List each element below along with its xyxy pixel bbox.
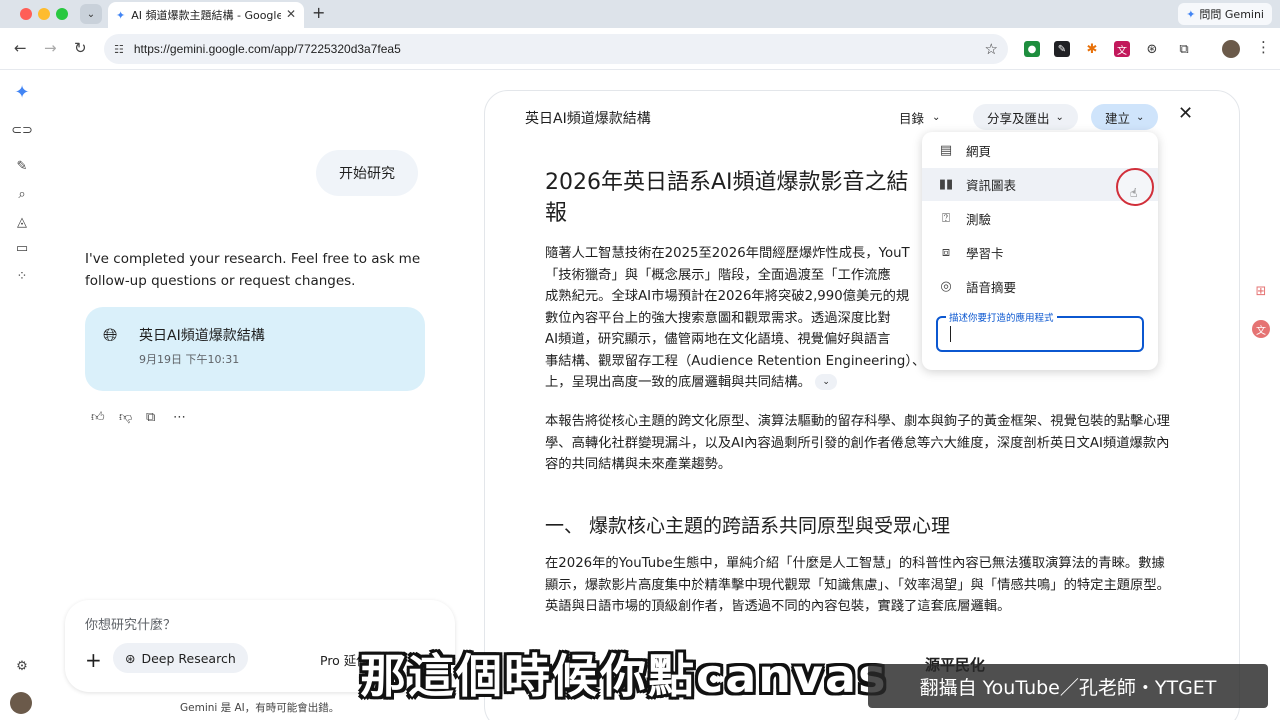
hand-cursor-icon: ☝ (1130, 186, 1138, 200)
share-export-button[interactable]: 分享及匯出 ⌄ (973, 104, 1078, 130)
menu-item-label: 網頁 (966, 144, 992, 159)
side-translate-icon[interactable]: 文 (1252, 320, 1270, 338)
extension-record-icon[interactable]: ● (1024, 41, 1040, 57)
menu-item-label: 資訊圖表 (966, 178, 1017, 193)
assistant-message: I've completed your research. Feel free … (85, 251, 421, 289)
video-subtitle: 那這個時候你點canvas (360, 649, 888, 703)
text-caret (950, 326, 951, 342)
menu-item-webpage[interactable]: ▤ 網頁 (922, 134, 1158, 167)
close-canvas-icon[interactable]: ✕ (1178, 103, 1193, 124)
research-card-date: 9月19日 下午10:31 (139, 353, 240, 366)
canvas-title: 英日AI頻道爆款結構 (525, 111, 651, 127)
left-rail: ✦ ⊂⊃ ✎ ⌕ ◬ ▭ ⁘ ⚙ (0, 70, 44, 720)
new-chat-icon[interactable]: ✎ (14, 158, 30, 174)
paragraph-line: 上，呈現出高度一致的底層邏輯與共同結構。 (545, 375, 811, 390)
menu-item-label: 測驗 (966, 212, 992, 227)
browser-menu-icon[interactable]: ⋮ (1256, 38, 1271, 56)
tab-search-icon[interactable]: ⌄ (80, 4, 102, 24)
site-settings-icon[interactable]: ☷ (114, 43, 124, 56)
deep-research-icon: ⊛ (125, 650, 136, 666)
gemini-favicon-icon: ✦ (116, 8, 126, 22)
audio-icon: ◎ (940, 279, 952, 294)
ask-gemini-label: 問問 Gemini (1199, 8, 1264, 21)
more-options-icon[interactable]: ⋯ (173, 410, 186, 425)
describe-app-input[interactable]: 描述你要打造的應用程式 (936, 310, 1144, 352)
extension-pen-icon[interactable]: ✎ (1054, 41, 1070, 57)
prompt-input[interactable]: 你想研究什麼？ (85, 614, 176, 633)
maximize-window-button[interactable] (56, 8, 68, 20)
address-bar[interactable]: ☷ https://gemini.google.com/app/77225320… (104, 34, 1008, 64)
back-arrow-icon[interactable]: ← (14, 39, 27, 57)
bookmark-star-icon[interactable]: ☆ (985, 40, 998, 58)
document-title-tail: 報告 (545, 201, 567, 226)
side-widget-icon[interactable]: ⊞ (1252, 282, 1270, 300)
reload-icon[interactable]: ↻ (74, 39, 87, 57)
document-paragraph-2: 本報告將從核心主題的跨文化原型、演算法驅動的留存科學、劇本與鉤子的黃金框架、視覺… (545, 414, 1170, 472)
source-chevron-icon[interactable]: ⌄ (815, 374, 838, 390)
learning-cap-icon[interactable]: ◬ (14, 214, 30, 230)
extension-translate-icon[interactable]: 文 (1114, 41, 1130, 57)
user-message-bubble: 开始研究 (316, 150, 418, 196)
menu-item-quiz[interactable]: ⍰ 測驗 (922, 202, 1158, 235)
webpage-icon: ▤ (939, 143, 953, 158)
browser-toolbar: ← → ↻ ☷ https://gemini.google.com/app/77… (0, 28, 1280, 70)
copy-icon[interactable]: ⧉ (146, 410, 155, 425)
video-icon[interactable]: ▭ (14, 240, 30, 256)
menu-item-audio-overview[interactable]: ◎ 語音摘要 (922, 270, 1158, 303)
document-paragraph-3: 在2026年的YouTube生態中，單純介紹「什麼是人工智慧」的科普性內容已無法… (545, 556, 1170, 614)
forward-arrow-icon[interactable]: → (44, 39, 57, 57)
profile-avatar[interactable] (1222, 40, 1240, 58)
research-card-title: 英日AI頻道爆款結構 (139, 328, 265, 344)
close-window-button[interactable] (20, 8, 32, 20)
settings-gear-icon[interactable]: ⚙ (14, 658, 30, 674)
menu-item-label: 語音摘要 (966, 280, 1017, 295)
describe-app-label: 描述你要打造的應用程式 (946, 310, 1057, 324)
gemini-logo-icon[interactable]: ✦ (14, 82, 30, 103)
video-credit: 翻攝自 YouTube／孔老師・YTGET (868, 664, 1268, 708)
user-message-text: 开始研究 (339, 166, 395, 182)
share-label: 分享及匯出 (987, 110, 1050, 126)
menu-item-flashcards[interactable]: ⧈ 學習卡 (922, 236, 1158, 269)
user-avatar[interactable] (10, 692, 32, 714)
research-result-card[interactable]: 🌐︎ 英日AI頻道爆款結構 9月19日 下午10:31 (85, 307, 425, 391)
extension-openai-icon[interactable]: ⊛ (1144, 41, 1160, 57)
browser-tab[interactable]: ✦ AI 頻道爆款主題結構 - Google ✕ (108, 2, 304, 28)
create-dropdown-menu: ▤ 網頁 ▮▮ 資訊圖表 ⍰ 測驗 ⧈ 學習卡 ◎ 語音摘要 描述你要打造的應用… (922, 132, 1158, 370)
thumbs-up-icon[interactable]: 👍︎ (91, 410, 105, 425)
browser-tab-bar: ⌄ ✦ AI 頻道爆款主題結構 - Google ✕ + ✦ 問問 Gemini (0, 0, 1280, 28)
table-of-contents-button[interactable]: 目錄 ⌄ (899, 104, 940, 130)
extension-asterisk-icon[interactable]: ✱ (1084, 41, 1100, 57)
add-attachment-icon[interactable]: + (85, 648, 102, 672)
create-button[interactable]: 建立 ⌄ (1091, 104, 1159, 130)
apps-grid-icon[interactable]: ⁘ (14, 268, 30, 284)
tab-close-icon[interactable]: ✕ (286, 7, 296, 21)
thumbs-down-icon[interactable]: 👎︎ (119, 410, 132, 425)
menu-item-label: 學習卡 (966, 246, 1004, 261)
section-heading: 一、 爆款核心主題的跨語系共同原型與受眾心理 (545, 515, 951, 537)
url-text: https://gemini.google.com/app/77225320d3… (133, 42, 401, 56)
chevron-down-icon: ⌄ (1136, 111, 1145, 123)
search-icon[interactable]: ⌕ (14, 186, 30, 202)
flashcard-icon: ⧈ (941, 245, 951, 260)
extensions-puzzle-icon[interactable]: ⧉ (1176, 41, 1192, 57)
deep-research-label: Deep Research (141, 650, 236, 666)
toggle-sidebar-icon[interactable]: ⊂⊃ (11, 122, 33, 138)
document-title-main: 2026年英日語系AI頻道爆款影音之結 (545, 170, 909, 195)
deep-research-button[interactable]: ⊛ Deep Research (113, 643, 248, 673)
create-label: 建立 (1105, 110, 1131, 126)
chevron-down-icon: ⌄ (1055, 111, 1064, 123)
tab-title: AI 頻道爆款主題結構 - Google (131, 9, 282, 22)
new-tab-button[interactable]: + (312, 3, 325, 22)
minimize-window-button[interactable] (38, 8, 50, 20)
research-globe-icon: 🌐︎ (103, 325, 118, 346)
chevron-down-icon: ⌄ (932, 111, 941, 123)
toc-label: 目錄 (899, 110, 925, 126)
ask-gemini-button[interactable]: ✦ 問問 Gemini (1178, 3, 1272, 25)
bar-chart-icon: ▮▮ (938, 177, 954, 192)
gemini-sparkle-icon: ✦ (1186, 7, 1196, 21)
disclaimer-text: Gemini 是 AI，有時可能會出錯。 (180, 702, 340, 714)
quiz-icon: ⍰ (942, 211, 950, 226)
